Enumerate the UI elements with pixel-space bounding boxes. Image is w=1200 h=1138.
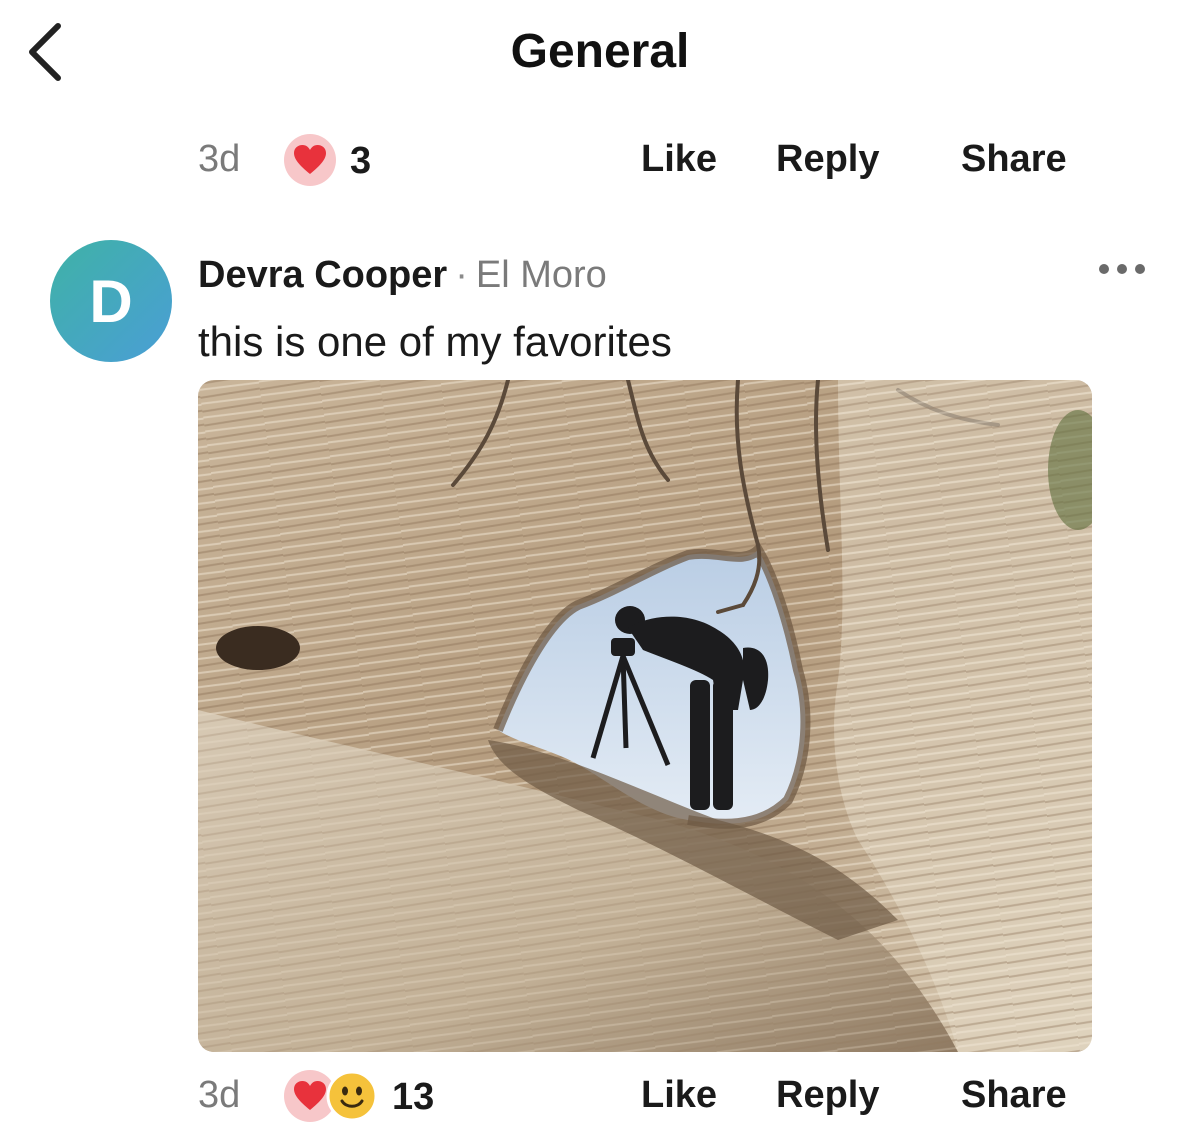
rock-arch-photo <box>198 380 1092 1052</box>
share-button[interactable]: Share <box>961 1074 1067 1117</box>
like-button[interactable]: Like <box>641 138 717 181</box>
comment-thread-screen: General 3d 3 Like Reply Share D Devra Co… <box>0 0 1200 1138</box>
header: General <box>0 0 1200 110</box>
avatar-letter: D <box>89 267 133 335</box>
reaction-count: 13 <box>392 1076 435 1118</box>
heart-icon <box>284 134 336 186</box>
more-horizontal-icon <box>1099 264 1145 274</box>
author-line: Devra Cooper · El Moro <box>198 254 607 297</box>
separator: · <box>455 254 468 296</box>
comment-text: this is one of my favorites <box>198 318 672 365</box>
more-options-button[interactable] <box>1096 258 1152 280</box>
smile-icon <box>326 1070 378 1122</box>
share-button[interactable]: Share <box>961 138 1067 181</box>
previous-comment-actions: 3d 3 Like Reply Share <box>198 130 1078 190</box>
comment-photo[interactable] <box>198 380 1092 1052</box>
like-button[interactable]: Like <box>641 1074 717 1117</box>
author-name[interactable]: Devra Cooper <box>198 254 447 296</box>
timestamp: 3d <box>198 138 241 180</box>
reply-button[interactable]: Reply <box>776 1074 879 1117</box>
timestamp: 3d <box>198 1074 241 1116</box>
author-location: El Moro <box>475 254 607 296</box>
reaction-count: 3 <box>350 140 372 182</box>
reply-button[interactable]: Reply <box>776 138 879 181</box>
page-title: General <box>510 25 690 78</box>
comment-actions: 3d 13 Like Reply Share <box>198 1066 1078 1126</box>
avatar[interactable]: D <box>50 240 172 362</box>
